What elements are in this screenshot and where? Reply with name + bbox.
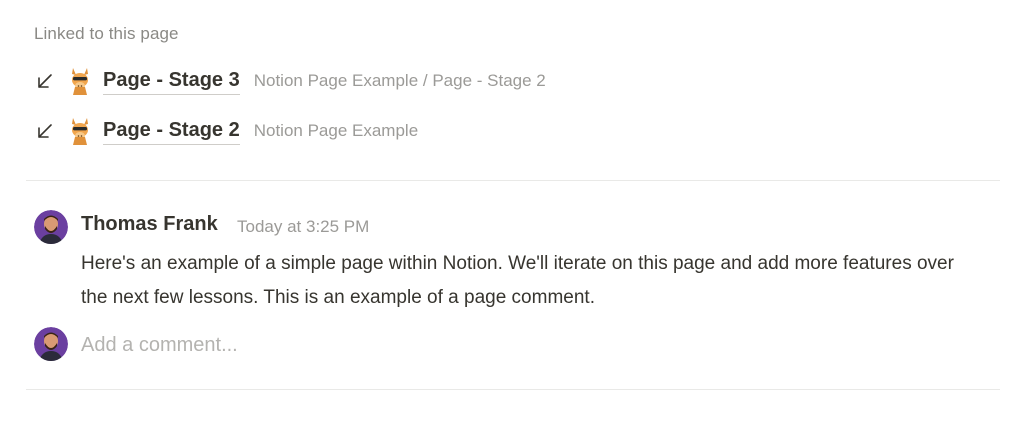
backlink-path: Notion Page Example / Page - Stage 2 (253, 71, 546, 90)
section-divider (26, 180, 1000, 181)
add-comment-input[interactable] (81, 330, 961, 360)
backlink-title[interactable]: Page - Stage 2 (103, 118, 240, 145)
user-avatar[interactable] (34, 210, 68, 244)
backlink-path: Notion Page Example (253, 121, 419, 140)
comment-author: Thomas Frank (81, 213, 218, 235)
llama-emoji-icon (72, 118, 88, 145)
comment-timestamp: Today at 3:25 PM (237, 217, 370, 236)
user-avatar (34, 327, 68, 361)
comment-body: Here's an example of a simple page withi… (81, 253, 954, 308)
section-divider (26, 389, 1000, 390)
backlink-item[interactable]: Page - Stage 3 Notion Page Example / Pag… (34, 64, 546, 98)
backlink-title[interactable]: Page - Stage 3 (103, 68, 240, 95)
arrow-down-left-icon (38, 124, 52, 138)
linked-section-heading: Linked to this page (34, 24, 179, 43)
arrow-down-left-icon (38, 74, 52, 88)
backlink-item[interactable]: Page - Stage 2 Notion Page Example (34, 114, 418, 148)
llama-emoji-icon (72, 68, 88, 95)
